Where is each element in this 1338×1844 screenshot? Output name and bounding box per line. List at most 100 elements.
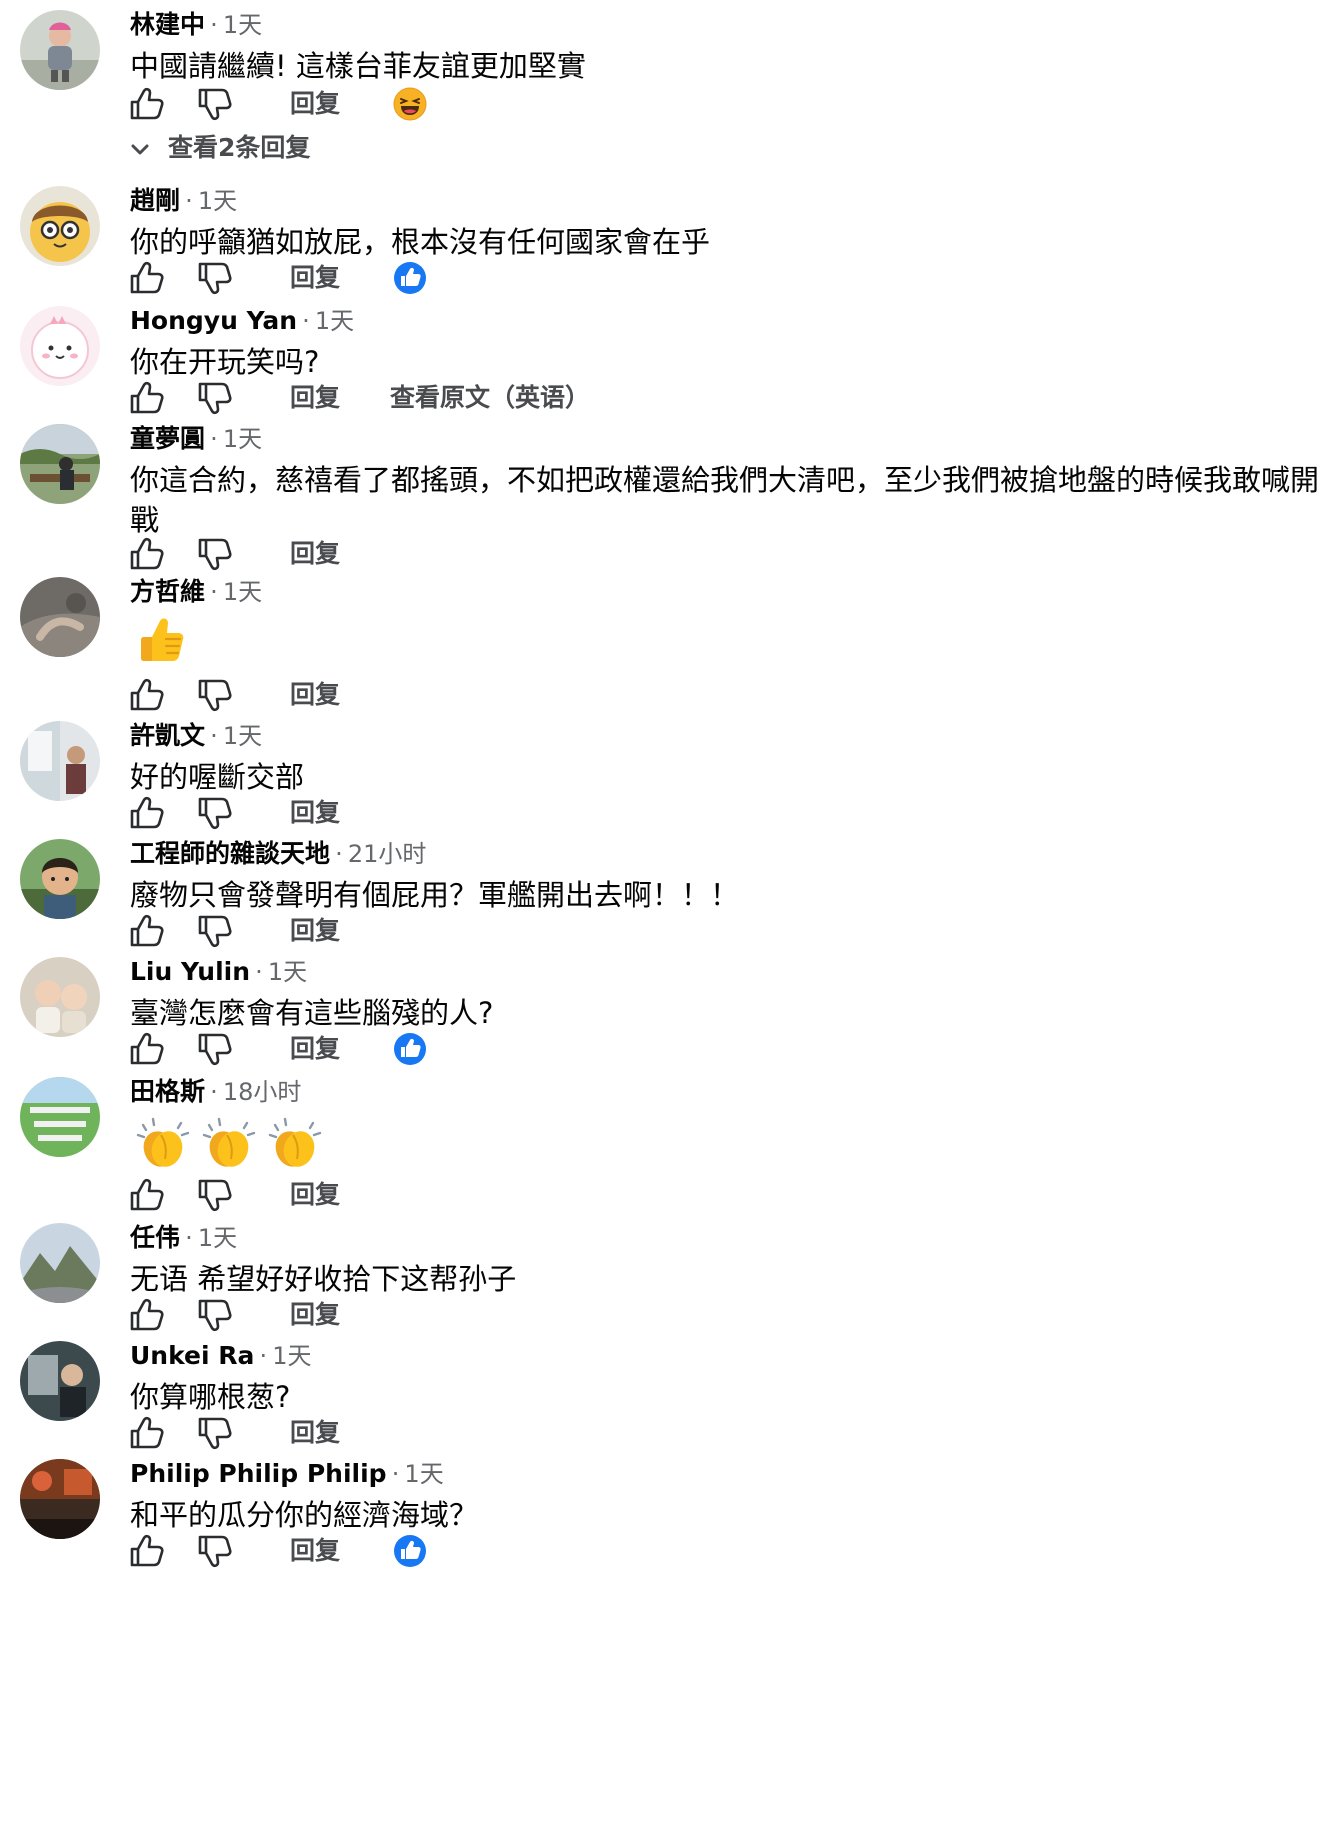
separator-dot: · [335,840,343,868]
avatar[interactable] [20,839,100,919]
like-icon[interactable] [128,1031,164,1067]
timestamp[interactable]: 1天 [268,958,307,986]
avatar[interactable] [20,1459,100,1539]
author-name[interactable]: Philip Philip Philip [130,1459,387,1488]
separator-dot: · [185,187,193,215]
author-name[interactable]: 許凱文 [130,721,205,750]
separator-dot: · [210,425,218,453]
reply-button[interactable]: 回复 [290,679,340,711]
like-icon[interactable] [128,677,164,713]
avatar[interactable] [20,721,100,801]
timestamp[interactable]: 1天 [198,1224,237,1252]
dislike-icon[interactable] [196,86,232,122]
haha-reaction-icon[interactable] [392,86,428,122]
like-reaction-icon[interactable] [392,260,428,296]
dislike-icon[interactable] [196,1533,232,1569]
comment-text: 和平的瓜分你的經濟海域？ [130,1498,479,1532]
author-name[interactable]: 任伟 [130,1223,180,1252]
dislike-icon[interactable] [196,1031,232,1067]
dislike-icon[interactable] [196,795,232,831]
author-name[interactable]: Unkei Ra [130,1341,254,1370]
author-name[interactable]: Liu Yulin [130,957,250,986]
like-icon[interactable] [128,1533,164,1569]
dislike-icon[interactable] [196,380,232,416]
reply-button[interactable]: 回复 [290,262,340,294]
dislike-icon[interactable] [196,913,232,949]
like-icon[interactable] [128,260,164,296]
comment-header: 許凱文 · 1天 [130,721,262,754]
like-icon[interactable] [128,86,164,122]
comment-header: 童夢圓 · 1天 [130,424,262,457]
dislike-icon[interactable] [196,536,232,572]
author-name[interactable]: 工程師的雜談天地 [130,839,330,868]
comment-header: Liu Yulin · 1天 [130,957,307,990]
separator-dot: · [391,1460,400,1488]
avatar[interactable] [20,577,100,657]
comment-text: 好的喔斷交部 [130,760,305,794]
comment-header: Unkei Ra · 1天 [130,1341,312,1374]
reply-button[interactable]: 回复 [290,1179,340,1211]
like-icon[interactable] [128,1415,164,1451]
avatar[interactable] [20,424,100,504]
avatar[interactable] [20,10,100,90]
timestamp[interactable]: 1天 [272,1342,311,1370]
separator-dot: · [210,1078,218,1106]
reply-button[interactable]: 回复 [290,382,340,414]
avatar[interactable] [20,1077,100,1157]
dislike-icon[interactable] [196,260,232,296]
reply-button[interactable]: 回复 [290,1299,340,1331]
avatar[interactable] [20,1223,100,1303]
see-original-link[interactable]: 查看原文（英语） [390,382,590,414]
dislike-icon[interactable] [196,1297,232,1333]
comment-header: 方哲維 · 1天 [130,577,262,610]
timestamp[interactable]: 1天 [315,307,354,335]
timestamp[interactable]: 1天 [223,11,262,39]
thumbs-up-emoji [130,609,190,673]
like-icon[interactable] [128,1297,164,1333]
reply-button[interactable]: 回复 [290,797,340,829]
author-name[interactable]: 田格斯 [130,1077,205,1106]
dislike-icon[interactable] [196,677,232,713]
like-icon[interactable] [128,1177,164,1213]
reply-button[interactable]: 回复 [290,915,340,947]
reply-button[interactable]: 回复 [290,1535,340,1567]
comment-header: Philip Philip Philip · 1天 [130,1459,444,1492]
author-name[interactable]: Hongyu Yan [130,306,297,335]
comment-text: 你的呼籲猶如放屁，根本沒有任何國家會在乎 [130,225,711,259]
view-replies-button[interactable]: 查看2条回复 [128,132,310,164]
author-name[interactable]: 林建中 [130,10,205,39]
dislike-icon[interactable] [196,1415,232,1451]
timestamp[interactable]: 1天 [223,722,262,750]
reply-button[interactable]: 回复 [290,1417,340,1449]
timestamp[interactable]: 1天 [198,187,237,215]
clapping-hands-emoji [130,1113,196,1173]
comment-text: 你這合約，慈禧看了都搖頭，不如把政權還給我們大清吧，至少我們被搶地盤的時候我敢喊… [130,463,1320,537]
like-icon[interactable] [128,536,164,572]
like-icon[interactable] [128,380,164,416]
dislike-icon[interactable] [196,1177,232,1213]
comment-header: 趙剛 · 1天 [130,186,237,219]
reply-button[interactable]: 回复 [290,88,340,120]
avatar[interactable] [20,186,100,266]
author-name[interactable]: 趙剛 [130,186,180,215]
avatar[interactable] [20,1341,100,1421]
timestamp[interactable]: 1天 [404,1460,443,1488]
like-icon[interactable] [128,795,164,831]
timestamp[interactable]: 21小时 [348,840,427,868]
comment-header: 田格斯 · 18小时 [130,1077,301,1110]
avatar[interactable] [20,957,100,1037]
comment-header: 林建中 · 1天 [130,10,262,43]
reply-button[interactable]: 回复 [290,538,340,570]
author-name[interactable]: 方哲維 [130,577,205,606]
timestamp[interactable]: 1天 [223,578,262,606]
comment-text: 你在开玩笑吗? [130,345,320,379]
like-reaction-icon[interactable] [392,1533,428,1569]
like-reaction-icon[interactable] [392,1031,428,1067]
comment-text: 中國請繼續! 這樣台菲友誼更加堅實 [130,49,586,83]
reply-button[interactable]: 回复 [290,1033,340,1065]
avatar[interactable] [20,306,100,386]
like-icon[interactable] [128,913,164,949]
timestamp[interactable]: 18小时 [223,1078,302,1106]
author-name[interactable]: 童夢圓 [130,424,205,453]
timestamp[interactable]: 1天 [223,425,262,453]
